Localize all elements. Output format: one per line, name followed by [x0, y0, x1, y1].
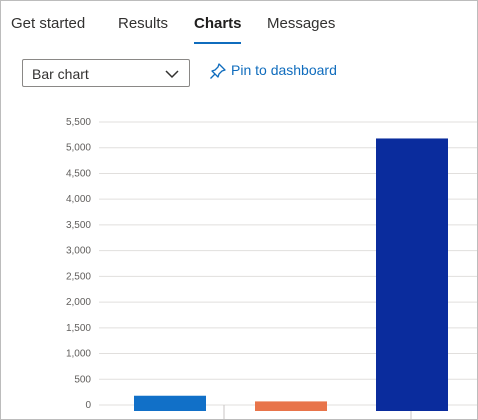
y-tick-label: 1,000: [66, 349, 91, 360]
chart-type-value: Bar chart: [32, 66, 89, 82]
y-tick-label: 4,000: [66, 194, 91, 205]
tab-messages[interactable]: Messages: [267, 15, 335, 32]
charts-panel: Get started Results Charts Messages Bar …: [0, 0, 478, 420]
pin-icon: [210, 63, 226, 79]
y-tick-label: 2,500: [66, 271, 91, 282]
chevron-down-icon: [165, 70, 179, 79]
bar[interactable]: [255, 401, 327, 411]
chart-type-dropdown[interactable]: Bar chart: [22, 59, 190, 87]
y-tick-label: 500: [74, 374, 91, 385]
y-tick-label: 1,500: [66, 323, 91, 334]
tab-results[interactable]: Results: [118, 15, 168, 32]
y-tick-label: 3,500: [66, 220, 91, 231]
tab-get-started[interactable]: Get started: [11, 15, 85, 32]
bar[interactable]: [134, 395, 206, 411]
y-tick-label: 3,000: [66, 246, 91, 257]
tab-charts[interactable]: Charts: [194, 15, 242, 32]
y-tick-label: 0: [85, 400, 91, 411]
active-tab-indicator: [194, 42, 241, 44]
chart-toolbar: Bar chart Pin to dashboard: [1, 57, 477, 89]
pin-label: Pin to dashboard: [231, 62, 337, 78]
tab-bar: Get started Results Charts Messages: [1, 1, 477, 49]
y-tick-label: 5,500: [66, 117, 91, 128]
y-tick-label: 4,500: [66, 168, 91, 179]
bar[interactable]: [376, 138, 448, 411]
y-tick-label: 2,000: [66, 297, 91, 308]
y-tick-label: 5,000: [66, 143, 91, 154]
bar-chart: 0 500 1,000 1,500 2,000 2,500 3,000 3,500 4,000 4…: [66, 117, 477, 419]
